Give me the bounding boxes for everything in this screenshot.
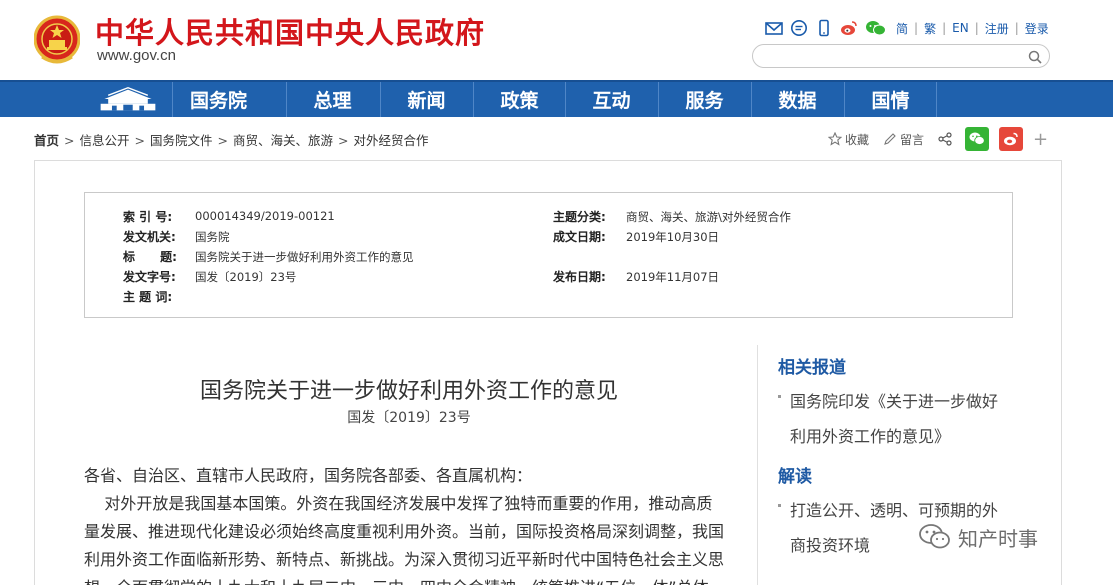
article-paragraph: 各省、自治区、直辖市人民政府，国务院各部委、各直属机构： bbox=[84, 466, 533, 485]
comment-label: 留言 bbox=[900, 132, 925, 147]
page-tools: 收藏 留言 + bbox=[828, 127, 1048, 151]
docno-label: 发文字号: bbox=[123, 270, 176, 284]
date-label: 成文日期: bbox=[553, 230, 606, 244]
weibo-share-button[interactable] bbox=[999, 127, 1024, 151]
nav-home-button[interactable] bbox=[84, 82, 172, 117]
issuer-value: 国务院 bbox=[195, 230, 230, 244]
search-box bbox=[752, 44, 1050, 68]
nav-item-service[interactable]: 服务 bbox=[658, 82, 750, 117]
breadcrumb-item[interactable]: 信息公开 bbox=[80, 133, 130, 148]
top-toolbar: 简 | 繁 | EN | 注册 | 登录 bbox=[765, 17, 1049, 39]
mail-icon[interactable] bbox=[765, 19, 783, 37]
chat-icon[interactable] bbox=[790, 19, 808, 37]
nav-item-policy[interactable]: 政策 bbox=[473, 82, 565, 117]
bullet bbox=[778, 504, 781, 507]
language-links: 简 | 繁 | EN | 注册 | 登录 bbox=[896, 20, 1049, 37]
document-info-table: 索 引 号: 000014349/2019-00121 主题分类: 商贸、海关、… bbox=[84, 192, 1013, 318]
pencil-icon bbox=[884, 133, 896, 145]
wechat-share-button[interactable] bbox=[965, 127, 990, 151]
related-link[interactable]: 国务院印发《关于进一步做好 bbox=[790, 388, 998, 412]
publish-label: 发布日期: bbox=[553, 270, 606, 284]
breadcrumb-separator: > bbox=[338, 133, 349, 148]
traditional-link[interactable]: 繁 bbox=[924, 20, 936, 37]
separator: | bbox=[974, 21, 979, 35]
breadcrumb: 首页 > 信息公开 > 国务院文件 > 商贸、海关、旅游 > 对外经贸合作 bbox=[34, 130, 429, 149]
nav-divider bbox=[936, 82, 937, 117]
national-emblem-icon[interactable] bbox=[33, 13, 81, 67]
index-value: 000014349/2019-00121 bbox=[195, 209, 335, 223]
article-paragraph: 利用外资工作面临新形势、新特点、新挑战。为深入贯彻习近平新时代中国特色社会主义思 bbox=[84, 550, 725, 569]
date-value: 2019年10月30日 bbox=[626, 230, 720, 244]
breadcrumb-item[interactable]: 对外经贸合作 bbox=[354, 133, 429, 148]
share-icon bbox=[938, 132, 952, 146]
nav-item-state-council[interactable]: 国务院 bbox=[172, 82, 264, 117]
separator: | bbox=[942, 21, 947, 35]
interpret-link[interactable]: 打造公开、透明、可预期的外 bbox=[790, 497, 998, 521]
more-share-button[interactable]: + bbox=[1033, 129, 1048, 150]
topic-value: 商贸、海关、旅游\对外经贸合作 bbox=[626, 210, 791, 224]
comment-button[interactable]: 留言 bbox=[883, 131, 924, 148]
topic-label: 主题分类: bbox=[553, 210, 606, 224]
article-paragraph: 想，全面贯彻党的十九大和十九届二中、三中、四中全会精神，统筹推进“五位一体”总体 bbox=[84, 574, 734, 585]
nav-item-interaction[interactable]: 互动 bbox=[565, 82, 657, 117]
issuer-label: 发文机关: bbox=[123, 230, 176, 244]
nav-item-data[interactable]: 数据 bbox=[751, 82, 843, 117]
share-button[interactable] bbox=[938, 132, 955, 146]
wechat-logo-icon bbox=[919, 524, 950, 549]
main-nav: 国务院 总理 新闻 政策 互动 服务 数据 国情 bbox=[0, 80, 1113, 117]
related-heading: 相关报道 bbox=[778, 358, 846, 378]
weibo-icon[interactable] bbox=[840, 19, 858, 37]
bullet bbox=[778, 395, 781, 398]
watermark-text: 知产时事 bbox=[958, 526, 1038, 551]
title-value: 国务院关于进一步做好利用外资工作的意见 bbox=[195, 250, 414, 264]
breadcrumb-separator: > bbox=[217, 133, 228, 148]
favorite-label: 收藏 bbox=[845, 132, 870, 147]
tiananmen-icon bbox=[100, 86, 156, 110]
related-link-cont[interactable]: 利用外资工作的意见》 bbox=[790, 423, 950, 447]
nav-item-national-conditions[interactable]: 国情 bbox=[844, 82, 936, 117]
docno-value: 国发〔2019〕23号 bbox=[195, 270, 297, 284]
site-title[interactable]: 中华人民共和国中央人民政府 bbox=[95, 10, 485, 52]
article-doc-number: 国发〔2019〕23号 bbox=[347, 410, 471, 426]
breadcrumb-home[interactable]: 首页 bbox=[34, 133, 59, 148]
nav-item-news[interactable]: 新闻 bbox=[380, 82, 472, 117]
article-title: 国务院关于进一步做好利用外资工作的意见 bbox=[199, 379, 618, 404]
separator: | bbox=[1014, 21, 1019, 35]
weibo-icon bbox=[1004, 132, 1018, 146]
interpret-heading: 解读 bbox=[778, 467, 812, 487]
search-icon[interactable] bbox=[1028, 49, 1042, 64]
simplified-link[interactable]: 简 bbox=[896, 20, 908, 37]
english-link[interactable]: EN bbox=[952, 21, 969, 35]
watermark: 知产时事 bbox=[918, 521, 1038, 553]
register-link[interactable]: 注册 bbox=[985, 20, 1009, 37]
title-label: 标 题: bbox=[123, 250, 177, 264]
breadcrumb-item[interactable]: 商贸、海关、旅游 bbox=[233, 133, 333, 148]
site-header: 中华人民共和国中央人民政府 www.gov.cn 简 | 繁 | EN | 注册… bbox=[0, 0, 1113, 80]
article-paragraph: 量发展、推进现代化建设必须始终高度重视利用外资。当前，国际投资格局深刻调整，我国 bbox=[84, 522, 725, 541]
index-label: 索 引 号: bbox=[123, 210, 173, 224]
favorite-button[interactable]: 收藏 bbox=[828, 131, 869, 148]
interpret-link-cont[interactable]: 商投资环境 bbox=[790, 532, 870, 556]
breadcrumb-separator: > bbox=[134, 133, 145, 148]
login-link[interactable]: 登录 bbox=[1025, 20, 1049, 37]
keywords-label: 主 题 词: bbox=[123, 290, 173, 304]
nav-item-premier[interactable]: 总理 bbox=[286, 82, 378, 117]
separator: | bbox=[914, 21, 919, 35]
site-url[interactable]: www.gov.cn bbox=[97, 47, 176, 64]
mobile-icon[interactable] bbox=[815, 19, 833, 37]
sidebar-divider bbox=[757, 345, 758, 585]
search-input[interactable] bbox=[763, 46, 1023, 66]
wechat-icon bbox=[969, 132, 985, 145]
breadcrumb-item[interactable]: 国务院文件 bbox=[150, 133, 213, 148]
publish-value: 2019年11月07日 bbox=[626, 270, 720, 284]
article-paragraph: 对外开放是我国基本国策。外资在我国经济发展中发挥了独特而重要的作用，推动高质 bbox=[84, 494, 713, 513]
star-icon bbox=[828, 132, 842, 146]
breadcrumb-separator: > bbox=[64, 133, 75, 148]
wechat-icon[interactable] bbox=[865, 19, 887, 37]
